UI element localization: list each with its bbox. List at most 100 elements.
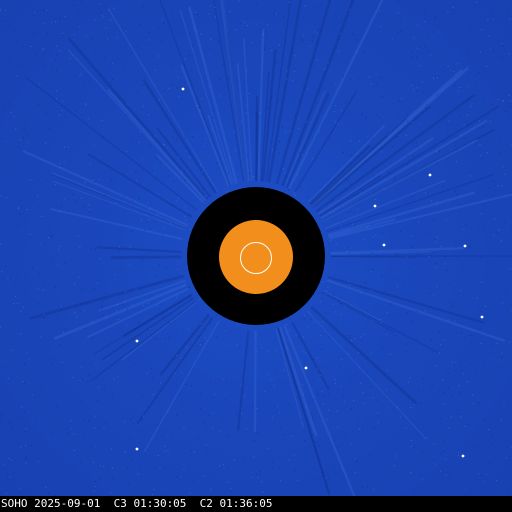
coronal-streamer [312, 105, 431, 208]
noise-speck [425, 107, 427, 109]
noise-speck [12, 14, 14, 16]
noise-speck [214, 16, 216, 18]
noise-speck [293, 68, 295, 70]
noise-speck [132, 200, 134, 202]
noise-speck [339, 367, 341, 369]
star [428, 173, 432, 177]
noise-speck [2, 366, 4, 368]
noise-speck [162, 143, 164, 145]
noise-speck [417, 145, 419, 147]
noise-speck [102, 136, 104, 138]
noise-speck [417, 231, 419, 233]
noise-speck [54, 184, 56, 186]
noise-speck [239, 346, 241, 348]
noise-speck [480, 342, 482, 344]
noise-speck [201, 98, 203, 100]
noise-speck [224, 399, 226, 401]
noise-speck [422, 451, 424, 453]
noise-speck [13, 116, 15, 118]
noise-speck [424, 46, 426, 48]
noise-speck [407, 155, 409, 157]
noise-speck [340, 219, 342, 221]
noise-speck [135, 328, 137, 330]
coronal-streamer [67, 37, 209, 201]
noise-speck [31, 445, 33, 447]
noise-speck [457, 413, 459, 415]
noise-speck [234, 149, 236, 151]
noise-speck [304, 146, 306, 148]
noise-speck [190, 449, 192, 451]
noise-speck [326, 419, 328, 421]
noise-speck [480, 281, 482, 283]
noise-speck [214, 393, 216, 395]
noise-speck [333, 211, 335, 213]
noise-speck [102, 301, 104, 303]
noise-speck [197, 348, 199, 350]
noise-speck [506, 75, 508, 77]
noise-speck [98, 3, 100, 5]
noise-speck [430, 55, 432, 57]
noise-speck [338, 226, 340, 228]
star [181, 87, 185, 91]
noise-speck [318, 445, 320, 447]
noise-speck [45, 142, 47, 144]
noise-speck [26, 209, 28, 211]
noise-speck [476, 297, 478, 299]
noise-speck [201, 342, 203, 344]
noise-speck [45, 112, 47, 114]
noise-speck [110, 19, 112, 21]
noise-speck [468, 49, 470, 51]
noise-speck [115, 310, 117, 312]
noise-speck [22, 381, 24, 383]
noise-speck [458, 452, 460, 454]
noise-speck [129, 246, 131, 248]
noise-speck [447, 11, 449, 13]
noise-speck [99, 258, 101, 260]
noise-speck [33, 31, 35, 33]
noise-speck [41, 216, 43, 218]
noise-speck [387, 407, 389, 409]
coronal-streamer [52, 180, 186, 231]
noise-speck [466, 381, 468, 383]
noise-speck [67, 146, 69, 148]
noise-speck [471, 103, 473, 105]
noise-speck [351, 2, 353, 4]
noise-speck [15, 285, 17, 287]
noise-speck [156, 158, 158, 160]
noise-speck [141, 84, 143, 86]
noise-speck [9, 277, 11, 279]
noise-speck [247, 25, 249, 27]
noise-speck [368, 455, 370, 457]
noise-speck [43, 281, 45, 283]
noise-speck [185, 150, 187, 152]
noise-speck [124, 451, 126, 453]
noise-speck [1, 270, 3, 272]
noise-speck [51, 22, 53, 24]
noise-speck [95, 363, 97, 365]
noise-speck [60, 305, 62, 307]
noise-speck [22, 306, 24, 308]
noise-speck [365, 291, 367, 293]
noise-speck [437, 76, 439, 78]
noise-speck [426, 103, 428, 105]
noise-speck [17, 443, 19, 445]
noise-speck [80, 73, 82, 75]
noise-speck [82, 302, 84, 304]
noise-speck [148, 218, 150, 220]
noise-speck [455, 247, 457, 249]
noise-speck [377, 422, 379, 424]
noise-speck [286, 78, 288, 80]
noise-speck [131, 460, 133, 462]
noise-speck [20, 310, 22, 312]
noise-speck [298, 128, 300, 130]
coronal-streamer [283, 324, 356, 496]
noise-speck [452, 6, 454, 8]
noise-speck [492, 352, 494, 354]
noise-speck [305, 405, 307, 407]
noise-speck [193, 28, 195, 30]
noise-speck [213, 110, 215, 112]
noise-speck [4, 486, 6, 488]
noise-speck [140, 419, 142, 421]
noise-speck [273, 13, 275, 15]
noise-speck [24, 431, 26, 433]
